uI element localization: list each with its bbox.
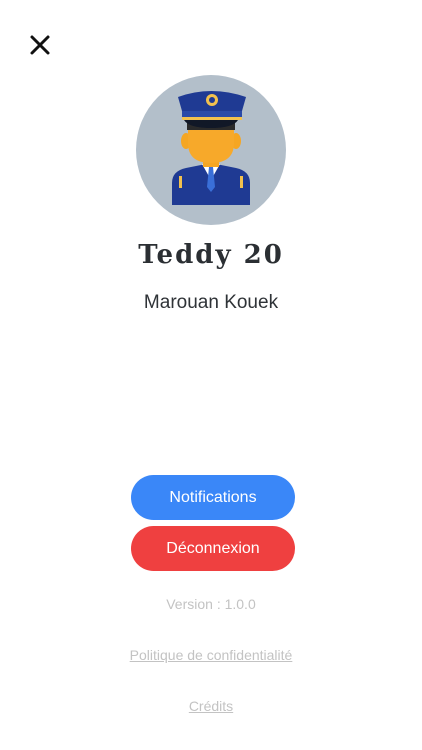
close-button[interactable] — [26, 31, 54, 59]
notifications-button[interactable]: Notifications — [131, 475, 295, 520]
close-icon — [30, 35, 50, 55]
logout-button[interactable]: Déconnexion — [131, 526, 295, 571]
avatar — [136, 75, 286, 225]
version-text: Version : 1.0.0 — [166, 596, 256, 612]
privacy-policy-link[interactable]: Politique de confidentialité — [0, 647, 422, 663]
police-officer-avatar-icon — [172, 91, 250, 205]
callsign-title: Teddy 20 — [138, 240, 284, 270]
credits-link[interactable]: Crédits — [0, 698, 422, 714]
user-name: Marouan Kouek — [143, 292, 279, 313]
